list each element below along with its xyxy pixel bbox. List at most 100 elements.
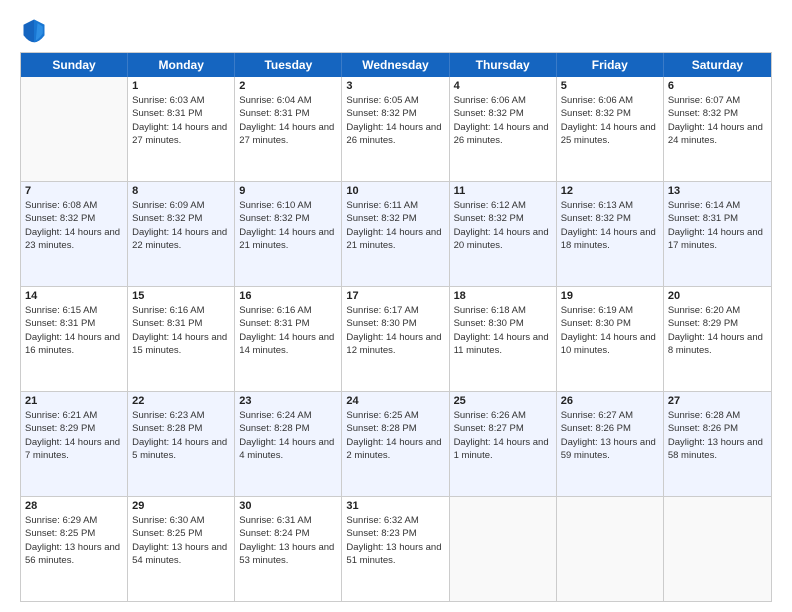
day-info: Sunrise: 6:31 AMSunset: 8:24 PMDaylight:… [239, 514, 337, 567]
day-info: Sunrise: 6:18 AMSunset: 8:30 PMDaylight:… [454, 304, 552, 357]
day-info: Sunrise: 6:26 AMSunset: 8:27 PMDaylight:… [454, 409, 552, 462]
day-number: 18 [454, 290, 552, 302]
calendar-cell-4: 4Sunrise: 6:06 AMSunset: 8:32 PMDaylight… [450, 77, 557, 181]
calendar-cell-14: 14 Sunrise: 6:15 AMSunset: 8:31 PMDayligh… [21, 287, 128, 391]
day-info: Sunrise: 6:29 AMSunset: 8:25 PMDaylight:… [25, 514, 123, 567]
calendar-cell-11: 11 Sunrise: 6:12 AMSunset: 8:32 PMDayligh… [450, 182, 557, 286]
calendar-row-2: 14 Sunrise: 6:15 AMSunset: 8:31 PMDayligh… [21, 286, 771, 391]
day-info: Sunrise: 6:16 AMSunset: 8:31 PMDaylight:… [132, 304, 230, 357]
calendar-cell-21: 21 Sunrise: 6:21 AMSunset: 8:29 PMDayligh… [21, 392, 128, 496]
logo [20, 16, 52, 44]
header-day-thursday: Thursday [450, 53, 557, 77]
calendar-cell-24: 24Sunrise: 6:25 AMSunset: 8:28 PMDayligh… [342, 392, 449, 496]
calendar-cell-23: 23Sunrise: 6:24 AMSunset: 8:28 PMDayligh… [235, 392, 342, 496]
calendar-cell-22: 22 Sunrise: 6:23 AMSunset: 8:28 PMDayligh… [128, 392, 235, 496]
calendar-cell-7: 7Sunrise: 6:08 AMSunset: 8:32 PMDaylight… [21, 182, 128, 286]
day-number: 26 [561, 395, 659, 407]
calendar-cell-26: 26 Sunrise: 6:27 AMSunset: 8:26 PMDayligh… [557, 392, 664, 496]
header-day-monday: Monday [128, 53, 235, 77]
calendar-cell-16: 16 Sunrise: 6:16 AMSunset: 8:31 PMDayligh… [235, 287, 342, 391]
day-number: 27 [668, 395, 767, 407]
header-day-tuesday: Tuesday [235, 53, 342, 77]
day-info: Sunrise: 6:15 AMSunset: 8:31 PMDaylight:… [25, 304, 123, 357]
calendar-cell-28: 28 Sunrise: 6:29 AMSunset: 8:25 PMDayligh… [21, 497, 128, 601]
day-number: 10 [346, 185, 444, 197]
calendar-cell-20: 20 Sunrise: 6:20 AMSunset: 8:29 PMDayligh… [664, 287, 771, 391]
day-number: 9 [239, 185, 337, 197]
logo-icon [20, 16, 48, 44]
day-info: Sunrise: 6:14 AMSunset: 8:31 PMDaylight:… [668, 199, 767, 252]
day-number: 31 [346, 500, 444, 512]
calendar-row-0: 1Sunrise: 6:03 AMSunset: 8:31 PMDaylight… [21, 77, 771, 181]
day-number: 3 [346, 80, 444, 92]
day-number: 6 [668, 80, 767, 92]
day-number: 5 [561, 80, 659, 92]
day-info: Sunrise: 6:21 AMSunset: 8:29 PMDaylight:… [25, 409, 123, 462]
day-info: Sunrise: 6:06 AMSunset: 8:32 PMDaylight:… [561, 94, 659, 147]
day-info: Sunrise: 6:09 AMSunset: 8:32 PMDaylight:… [132, 199, 230, 252]
day-info: Sunrise: 6:30 AMSunset: 8:25 PMDaylight:… [132, 514, 230, 567]
calendar-cell-27: 27 Sunrise: 6:28 AMSunset: 8:26 PMDayligh… [664, 392, 771, 496]
calendar-cell-31: 31 Sunrise: 6:32 AMSunset: 8:23 PMDayligh… [342, 497, 449, 601]
day-number: 30 [239, 500, 337, 512]
day-info: Sunrise: 6:17 AMSunset: 8:30 PMDaylight:… [346, 304, 444, 357]
day-number: 17 [346, 290, 444, 302]
calendar-cell-6: 6 Sunrise: 6:07 AMSunset: 8:32 PMDaylight… [664, 77, 771, 181]
day-info: Sunrise: 6:27 AMSunset: 8:26 PMDaylight:… [561, 409, 659, 462]
header [20, 16, 772, 44]
calendar-cell-empty [664, 497, 771, 601]
header-day-wednesday: Wednesday [342, 53, 449, 77]
day-info: Sunrise: 6:25 AMSunset: 8:28 PMDaylight:… [346, 409, 444, 462]
day-number: 2 [239, 80, 337, 92]
calendar-cell-12: 12 Sunrise: 6:13 AMSunset: 8:32 PMDayligh… [557, 182, 664, 286]
day-number: 13 [668, 185, 767, 197]
calendar-cell-empty [557, 497, 664, 601]
day-info: Sunrise: 6:28 AMSunset: 8:26 PMDaylight:… [668, 409, 767, 462]
calendar-cell-13: 13 Sunrise: 6:14 AMSunset: 8:31 PMDayligh… [664, 182, 771, 286]
day-number: 12 [561, 185, 659, 197]
calendar-cell-2: 2 Sunrise: 6:04 AMSunset: 8:31 PMDaylight… [235, 77, 342, 181]
calendar-cell-25: 25 Sunrise: 6:26 AMSunset: 8:27 PMDayligh… [450, 392, 557, 496]
day-info: Sunrise: 6:23 AMSunset: 8:28 PMDaylight:… [132, 409, 230, 462]
calendar-cell-3: 3 Sunrise: 6:05 AMSunset: 8:32 PMDaylight… [342, 77, 449, 181]
day-number: 19 [561, 290, 659, 302]
calendar-cell-8: 8 Sunrise: 6:09 AMSunset: 8:32 PMDaylight… [128, 182, 235, 286]
day-info: Sunrise: 6:20 AMSunset: 8:29 PMDaylight:… [668, 304, 767, 357]
calendar: SundayMondayTuesdayWednesdayThursdayFrid… [20, 52, 772, 602]
calendar-cell-empty [450, 497, 557, 601]
day-info: Sunrise: 6:16 AMSunset: 8:31 PMDaylight:… [239, 304, 337, 357]
day-info: Sunrise: 6:05 AMSunset: 8:32 PMDaylight:… [346, 94, 444, 147]
day-info: Sunrise: 6:12 AMSunset: 8:32 PMDaylight:… [454, 199, 552, 252]
day-number: 15 [132, 290, 230, 302]
calendar-cell-29: 29Sunrise: 6:30 AMSunset: 8:25 PMDayligh… [128, 497, 235, 601]
header-day-sunday: Sunday [21, 53, 128, 77]
day-number: 7 [25, 185, 123, 197]
day-info: Sunrise: 6:11 AMSunset: 8:32 PMDaylight:… [346, 199, 444, 252]
page: SundayMondayTuesdayWednesdayThursdayFrid… [0, 0, 792, 612]
calendar-cell-5: 5 Sunrise: 6:06 AMSunset: 8:32 PMDaylight… [557, 77, 664, 181]
day-number: 11 [454, 185, 552, 197]
calendar-cell-1: 1Sunrise: 6:03 AMSunset: 8:31 PMDaylight… [128, 77, 235, 181]
day-info: Sunrise: 6:06 AMSunset: 8:32 PMDaylight:… [454, 94, 552, 147]
day-number: 16 [239, 290, 337, 302]
day-number: 21 [25, 395, 123, 407]
calendar-cell-9: 9Sunrise: 6:10 AMSunset: 8:32 PMDaylight… [235, 182, 342, 286]
calendar-cell-19: 19 Sunrise: 6:19 AMSunset: 8:30 PMDayligh… [557, 287, 664, 391]
day-number: 28 [25, 500, 123, 512]
header-day-friday: Friday [557, 53, 664, 77]
day-info: Sunrise: 6:04 AMSunset: 8:31 PMDaylight:… [239, 94, 337, 147]
day-info: Sunrise: 6:32 AMSunset: 8:23 PMDaylight:… [346, 514, 444, 567]
day-number: 22 [132, 395, 230, 407]
calendar-cell-empty [21, 77, 128, 181]
day-info: Sunrise: 6:24 AMSunset: 8:28 PMDaylight:… [239, 409, 337, 462]
day-number: 20 [668, 290, 767, 302]
calendar-cell-15: 15 Sunrise: 6:16 AMSunset: 8:31 PMDayligh… [128, 287, 235, 391]
day-info: Sunrise: 6:19 AMSunset: 8:30 PMDaylight:… [561, 304, 659, 357]
day-number: 25 [454, 395, 552, 407]
day-number: 8 [132, 185, 230, 197]
day-info: Sunrise: 6:13 AMSunset: 8:32 PMDaylight:… [561, 199, 659, 252]
calendar-row-1: 7Sunrise: 6:08 AMSunset: 8:32 PMDaylight… [21, 181, 771, 286]
calendar-cell-30: 30 Sunrise: 6:31 AMSunset: 8:24 PMDayligh… [235, 497, 342, 601]
day-number: 14 [25, 290, 123, 302]
day-info: Sunrise: 6:07 AMSunset: 8:32 PMDaylight:… [668, 94, 767, 147]
